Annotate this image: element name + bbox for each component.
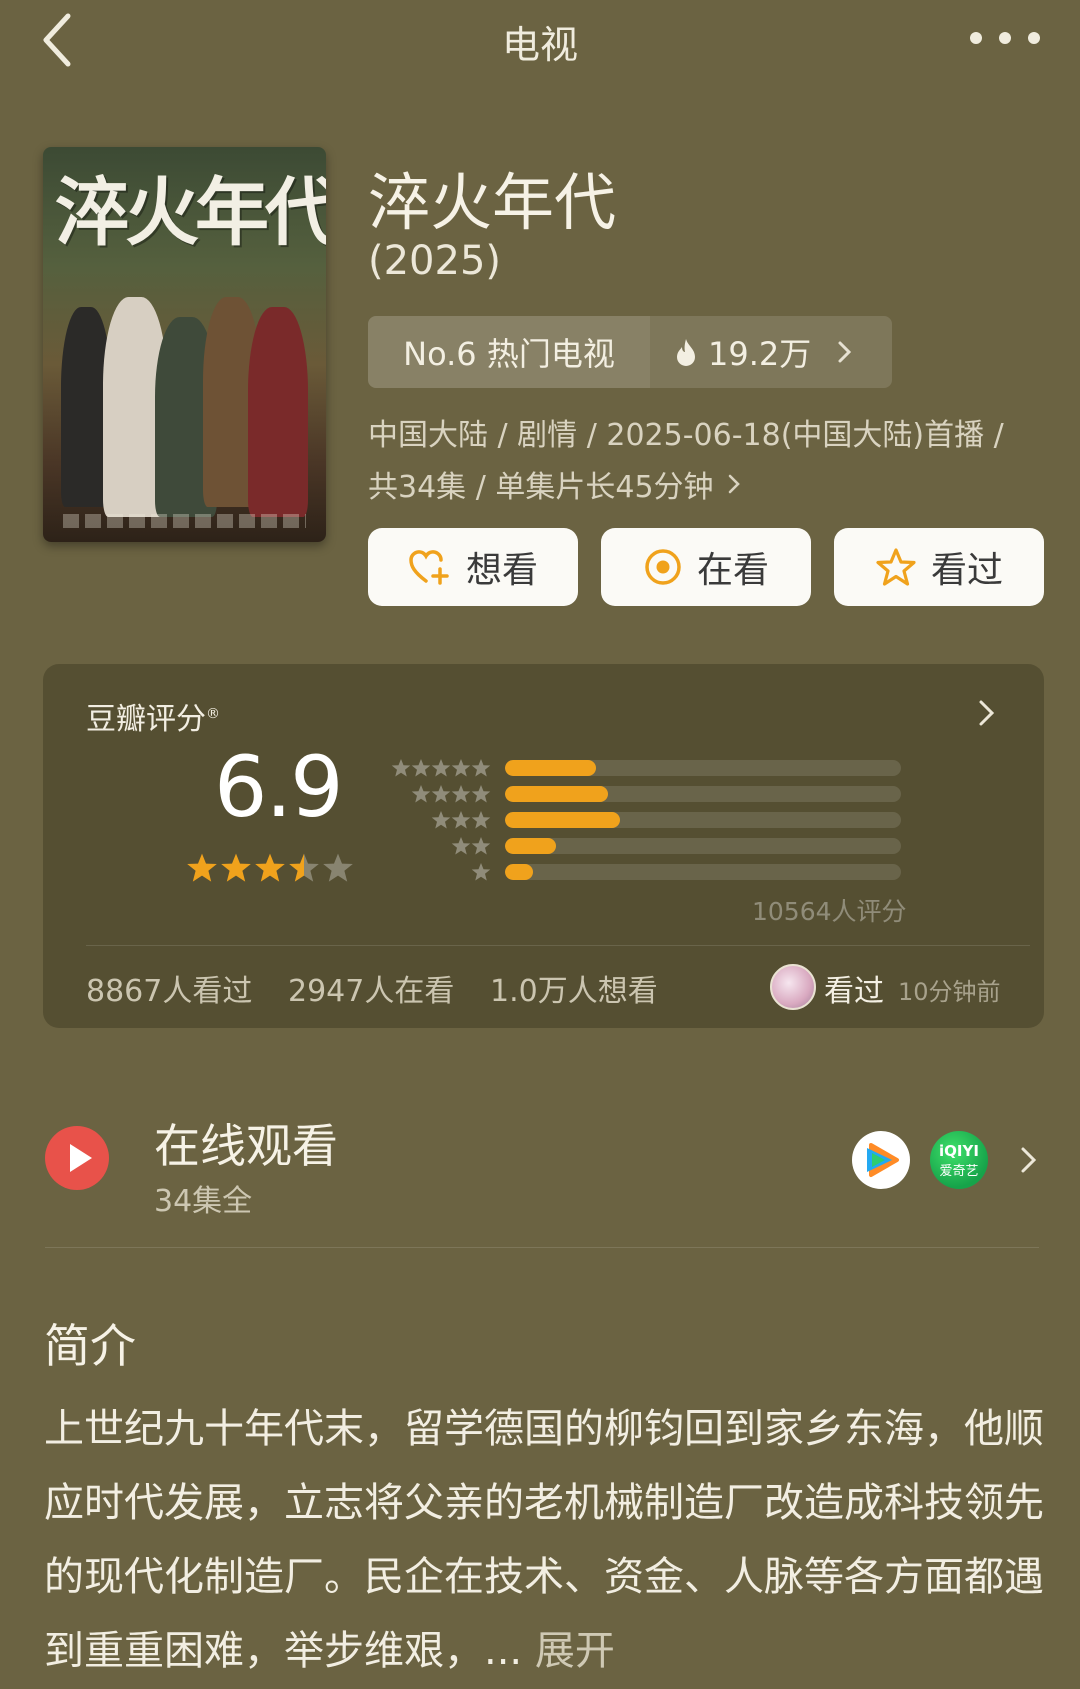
watched-count[interactable]: 8867人看过	[86, 966, 252, 1010]
show-year: (2025)	[368, 238, 502, 284]
poster-figure	[248, 307, 308, 517]
small-star-icon	[431, 811, 451, 829]
distribution-stars	[385, 784, 491, 804]
more-dot-icon	[1028, 32, 1040, 44]
distribution-stars	[385, 862, 491, 882]
heat-value: 19.2万	[708, 335, 812, 373]
distribution-track	[505, 812, 901, 828]
small-star-icon	[451, 785, 471, 803]
meta-line-1: 中国大陆 / 剧情 / 2025-06-18(中国大陆)首播 /	[368, 418, 1004, 453]
rating-stars	[186, 852, 354, 884]
distribution-row	[385, 834, 901, 858]
rating-star-icon	[187, 853, 217, 882]
distribution-row	[385, 782, 901, 806]
meta-line-2: 共34集 / 单集片长45分钟	[368, 470, 714, 505]
page-title: 电视	[501, 23, 578, 67]
more-dot-icon	[999, 32, 1011, 44]
chevron-right-icon[interactable]	[976, 696, 998, 730]
small-star-icon	[411, 759, 431, 777]
distribution-track	[505, 864, 901, 880]
rank-pill[interactable]: No.6 热门电视 19.2万	[368, 316, 892, 388]
distribution-bar	[505, 864, 533, 880]
distribution-bar	[505, 812, 620, 828]
show-title: 淬火年代	[368, 166, 617, 239]
heart-plus-icon	[409, 550, 449, 585]
distribution-row	[385, 756, 901, 780]
distribution-bar	[505, 786, 608, 802]
more-button[interactable]	[970, 18, 1040, 58]
raters-count: 10564人评分	[752, 897, 907, 926]
iqiyi-cn-text: 爱奇艺	[939, 1164, 979, 1179]
poster-title: 淬火年代	[55, 170, 326, 256]
friend-status: 看过	[824, 974, 884, 1009]
rating-label: 豆瓣评分®	[86, 694, 220, 738]
avatar[interactable]	[770, 964, 816, 1010]
intro-text: 上世纪九十年代末，留学德国的柳钧回到家乡东海，他顺应时代发展，立志将父亲的老机械…	[44, 1392, 1044, 1688]
watching-count[interactable]: 2947人在看	[288, 966, 454, 1010]
small-star-icon	[471, 759, 491, 777]
chevron-right-icon	[728, 474, 740, 494]
distribution-track	[505, 838, 901, 854]
small-star-icon	[451, 837, 471, 855]
poster-image[interactable]: 淬火年代	[43, 147, 326, 542]
small-star-icon	[451, 759, 471, 777]
distribution-track	[505, 760, 901, 776]
small-star-icon	[431, 759, 451, 777]
watching-button[interactable]: 在看	[601, 528, 811, 606]
small-star-icon	[471, 811, 491, 829]
flame-icon	[677, 339, 695, 366]
tencent-video-icon[interactable]	[852, 1131, 910, 1189]
rank-label: No.6 热门电视	[368, 316, 650, 388]
star-outline-icon	[876, 548, 916, 586]
rating-star-icon	[323, 853, 353, 882]
online-watch-title[interactable]: 在线观看	[154, 1110, 338, 1176]
small-star-icon	[411, 785, 431, 803]
iqiyi-text: iQIYI	[939, 1142, 979, 1160]
rating-score: 6.9	[214, 738, 344, 836]
poster-credits	[63, 514, 306, 528]
distribution-row	[385, 860, 901, 884]
distribution-stars	[385, 810, 491, 830]
friend-time: 10分钟前	[898, 978, 1001, 1006]
more-dot-icon	[970, 32, 982, 44]
play-button[interactable]	[45, 1126, 109, 1190]
target-circle-icon	[645, 549, 681, 585]
watching-label: 在看	[696, 550, 769, 591]
small-star-icon	[471, 837, 491, 855]
intro-title: 简介	[44, 1319, 136, 1373]
section-divider	[45, 1247, 1039, 1248]
small-star-icon	[471, 785, 491, 803]
chevron-right-icon	[838, 341, 852, 363]
watched-button[interactable]: 看过	[834, 528, 1044, 606]
rating-label-text: 豆瓣评分	[86, 702, 206, 737]
expand-link[interactable]: 展开	[535, 1628, 615, 1674]
small-star-icon	[471, 863, 491, 881]
small-star-icon	[431, 785, 451, 803]
wish-count[interactable]: 1.0万人想看	[490, 966, 658, 1010]
want-to-watch-button[interactable]: 想看	[368, 528, 578, 606]
registered-mark: ®	[206, 706, 220, 722]
iqiyi-icon[interactable]: iQIYI 爱奇艺	[930, 1131, 988, 1189]
distribution-track	[505, 786, 901, 802]
episode-count: 34集全	[154, 1184, 253, 1219]
rating-star-icon	[289, 853, 319, 882]
rating-star-icon	[255, 853, 285, 882]
distribution-row	[385, 808, 901, 832]
distribution-bar	[505, 838, 557, 854]
distribution-stars	[385, 758, 491, 778]
distribution-bar	[505, 760, 597, 776]
small-star-icon	[451, 811, 471, 829]
meta-line-2-row[interactable]: 共34集 / 单集片长45分钟	[368, 462, 742, 506]
card-divider	[86, 945, 1030, 946]
small-star-icon	[391, 759, 411, 777]
watched-label: 看过	[930, 550, 1003, 591]
chevron-right-icon[interactable]	[1018, 1143, 1040, 1177]
rating-star-icon	[221, 853, 251, 882]
tencent-video-logo	[867, 1143, 899, 1177]
heat-section: 19.2万	[650, 316, 892, 388]
distribution-stars	[385, 836, 491, 856]
want-to-watch-label: 想看	[465, 550, 538, 591]
